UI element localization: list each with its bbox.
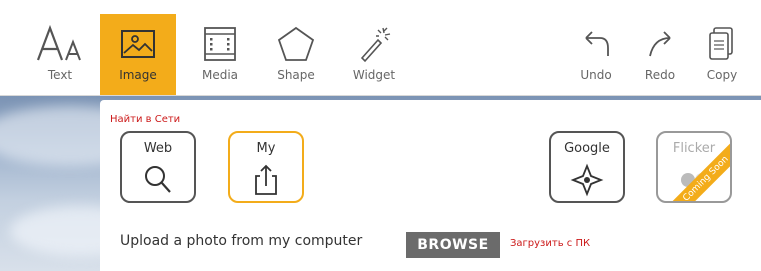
upload-icon	[230, 161, 302, 199]
search-hint: Найти в Сети	[110, 114, 181, 125]
copy-icon	[684, 22, 760, 66]
source-label: Google	[564, 141, 610, 156]
tool-label: Widget	[352, 68, 396, 82]
source-label: Web	[143, 141, 173, 156]
upload-description: Upload a photo from my computer	[120, 233, 363, 249]
tool-image[interactable]: Image	[100, 14, 176, 95]
browse-button[interactable]: BROWSE	[406, 232, 500, 258]
editor-window: Text Image Media Shape Widget Undo Redo …	[0, 0, 761, 271]
tool-shape[interactable]: Shape	[258, 14, 334, 95]
image-icon	[100, 22, 176, 66]
tool-widget[interactable]: Widget	[336, 14, 412, 95]
tool-label: Text	[47, 68, 73, 82]
tool-copy[interactable]: Copy	[684, 14, 760, 95]
source-google-button[interactable]: Google	[549, 131, 625, 203]
tool-label: Shape	[277, 68, 315, 82]
source-web-button[interactable]: Web	[120, 131, 196, 203]
tool-media[interactable]: Media	[182, 14, 258, 95]
source-flicker-button: Flicker Coming Soon	[656, 131, 732, 203]
tool-label: Media	[201, 68, 239, 82]
google-compass-icon	[551, 161, 623, 199]
source-my-button[interactable]: My	[228, 131, 304, 203]
source-label: My	[256, 141, 276, 156]
browse-hint: Загрузить с ПК	[510, 238, 591, 249]
film-icon	[182, 22, 258, 66]
tool-label: Image	[119, 68, 157, 82]
tool-label: Copy	[706, 68, 738, 82]
search-icon	[122, 161, 194, 199]
text-icon	[22, 22, 98, 66]
tool-text[interactable]: Text	[22, 14, 98, 95]
pentagon-icon	[258, 22, 334, 66]
toolbar: Text Image Media Shape Widget Undo Redo …	[0, 0, 761, 96]
magic-wand-icon	[336, 22, 412, 66]
